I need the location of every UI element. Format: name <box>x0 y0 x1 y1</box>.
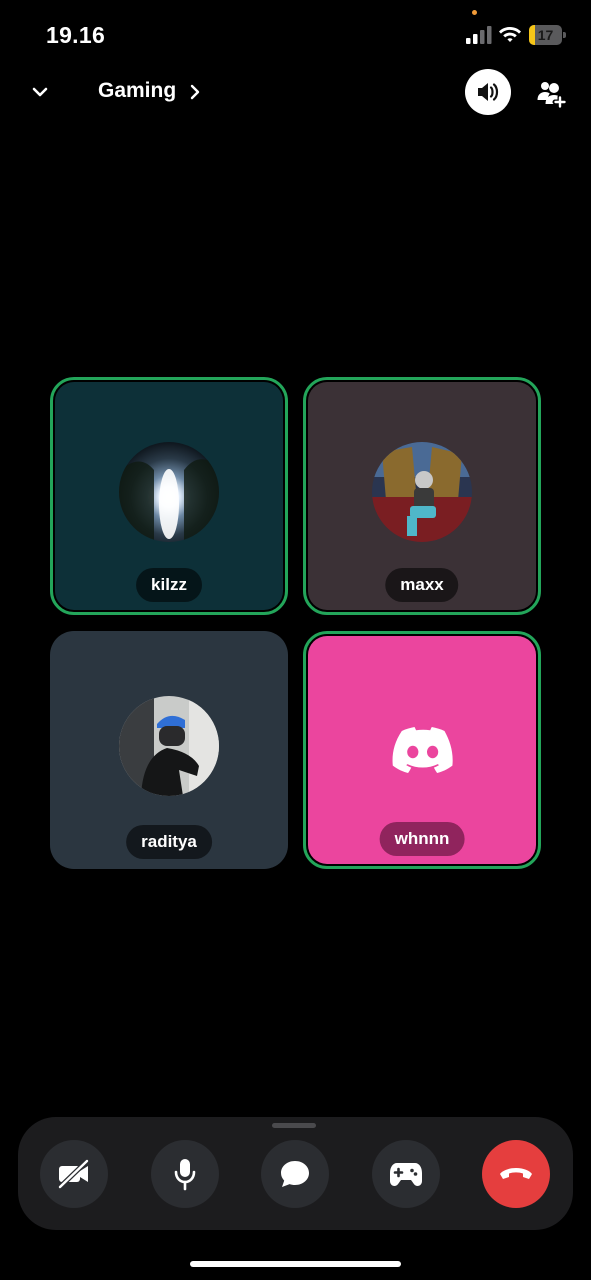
participant-name: kilzz <box>136 568 202 602</box>
mic-in-use-indicator <box>472 10 477 15</box>
status-bar: 19.16 17 <box>0 0 591 70</box>
add-user-icon[interactable] <box>536 78 566 108</box>
chat-bubble-icon <box>281 1161 309 1187</box>
speaker-icon <box>478 83 499 101</box>
participant-tile-raditya[interactable]: raditya <box>50 631 288 869</box>
call-controls-bar <box>18 1117 573 1230</box>
battery-icon: 17 <box>529 25 567 45</box>
microphone-button[interactable] <box>151 1140 219 1208</box>
hang-up-icon <box>500 1168 532 1179</box>
participant-name: whnnn <box>379 822 465 856</box>
home-indicator[interactable] <box>190 1261 401 1267</box>
avatar <box>119 442 219 542</box>
participant-tile-kilzz[interactable]: kilzz <box>50 377 288 615</box>
cellular-signal-icon <box>466 26 492 44</box>
call-header: Gaming <box>0 64 591 120</box>
end-call-button[interactable] <box>482 1140 550 1208</box>
participant-name: raditya <box>126 825 212 859</box>
discord-logo-icon <box>392 727 453 773</box>
channel-title[interactable]: Gaming <box>98 79 176 103</box>
camera-off-icon <box>57 1159 90 1189</box>
chevron-down-icon[interactable] <box>26 78 54 106</box>
wifi-icon <box>499 27 521 42</box>
status-time: 19.16 <box>46 22 106 48</box>
participant-name: maxx <box>385 568 459 602</box>
camera-toggle-button[interactable] <box>40 1140 108 1208</box>
speaker-output-button[interactable] <box>465 69 511 115</box>
game-controller-icon <box>390 1163 422 1186</box>
battery-level: 17 <box>537 27 554 43</box>
avatar <box>372 442 472 542</box>
drag-handle[interactable] <box>272 1123 316 1128</box>
chat-button[interactable] <box>261 1140 329 1208</box>
microphone-icon <box>174 1159 196 1191</box>
avatar <box>119 696 219 796</box>
participant-tile-maxx[interactable]: maxx <box>303 377 541 615</box>
chevron-right-icon[interactable] <box>186 82 204 102</box>
activities-button[interactable] <box>372 1140 440 1208</box>
participant-tile-whnnn[interactable]: whnnn <box>303 631 541 869</box>
